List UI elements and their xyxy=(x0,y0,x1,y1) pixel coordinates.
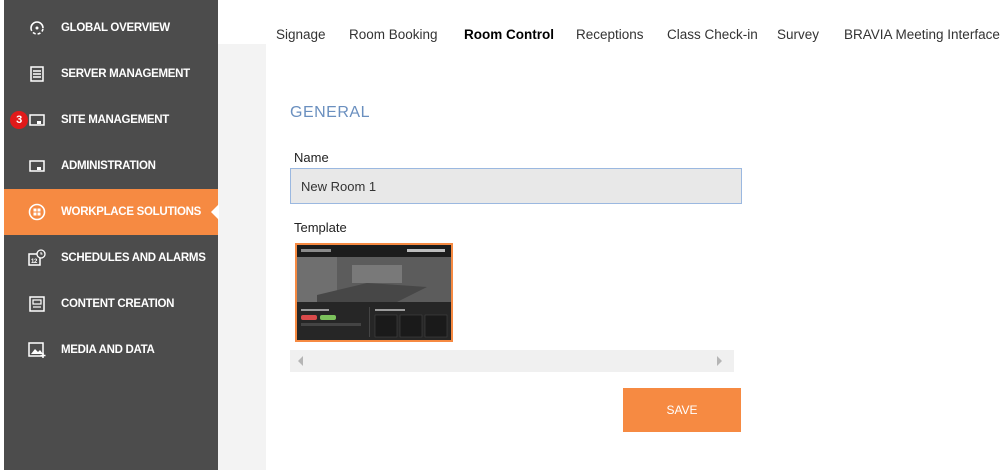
scroll-left-icon[interactable] xyxy=(298,356,303,366)
sidebar-item-label: SERVER MANAGEMENT xyxy=(61,68,190,80)
save-button[interactable]: SAVE xyxy=(623,388,741,432)
workplace-icon xyxy=(28,203,46,221)
sidebar-item-label: GLOBAL OVERVIEW xyxy=(61,22,170,34)
server-icon xyxy=(28,65,46,83)
scroll-right-icon[interactable] xyxy=(717,356,722,366)
sidebar-item-content-creation[interactable]: CONTENT CREATION xyxy=(4,281,218,327)
sidebar-item-server-management[interactable]: SERVER MANAGEMENT xyxy=(4,51,218,97)
content-creation-icon xyxy=(28,295,46,313)
tab-bravia-meeting-interface[interactable]: BRAVIA Meeting Interface xyxy=(844,0,1000,44)
template-label: Template xyxy=(294,220,347,235)
sidebar-item-global-overview[interactable]: GLOBAL OVERVIEW xyxy=(4,5,218,51)
tab-room-booking[interactable]: Room Booking xyxy=(349,0,438,44)
tab-bar: Signage Room Booking Room Control Recept… xyxy=(218,0,1008,44)
sidebar-item-label: SITE MANAGEMENT xyxy=(61,114,169,126)
name-label: Name xyxy=(294,150,329,165)
site-icon xyxy=(28,111,46,129)
sidebar-item-label: CONTENT CREATION xyxy=(61,298,175,310)
sidebar: GLOBAL OVERVIEW SERVER MANAGEMENT 3 SITE… xyxy=(0,0,219,470)
media-icon xyxy=(28,341,46,359)
section-title: GENERAL xyxy=(290,104,370,121)
tab-signage[interactable]: Signage xyxy=(276,0,326,44)
name-input[interactable] xyxy=(290,168,742,204)
sidebar-item-label: ADMINISTRATION xyxy=(61,160,156,172)
sidebar-item-label: MEDIA AND DATA xyxy=(61,344,155,356)
sidebar-item-media-and-data[interactable]: MEDIA AND DATA xyxy=(4,327,218,373)
administration-icon xyxy=(28,157,46,175)
sidebar-item-schedules-and-alarms[interactable]: 12 SCHEDULES AND ALARMS xyxy=(4,235,218,281)
notification-badge: 3 xyxy=(10,111,28,129)
sidebar-item-site-management[interactable]: 3 SITE MANAGEMENT xyxy=(4,97,218,143)
template-scrollbar[interactable] xyxy=(290,350,734,372)
sidebar-item-workplace-solutions[interactable]: WORKPLACE SOLUTIONS xyxy=(4,189,219,235)
calendar-clock-icon: 12 xyxy=(28,249,46,267)
svg-text:12: 12 xyxy=(31,259,38,265)
tab-survey[interactable]: Survey xyxy=(777,0,819,44)
template-preview-image xyxy=(297,245,451,340)
tab-room-control[interactable]: Room Control xyxy=(452,0,565,44)
global-overview-icon xyxy=(28,19,46,37)
tab-class-check-in[interactable]: Class Check-in xyxy=(667,0,758,44)
main-panel: GENERAL Name Template SAVE xyxy=(266,44,1008,470)
sidebar-item-label: SCHEDULES AND ALARMS xyxy=(61,252,206,264)
sidebar-item-administration[interactable]: ADMINISTRATION xyxy=(4,143,218,189)
tab-receptions[interactable]: Receptions xyxy=(576,0,644,44)
template-thumbnail[interactable] xyxy=(295,243,453,342)
sidebar-item-label: WORKPLACE SOLUTIONS xyxy=(61,206,201,218)
